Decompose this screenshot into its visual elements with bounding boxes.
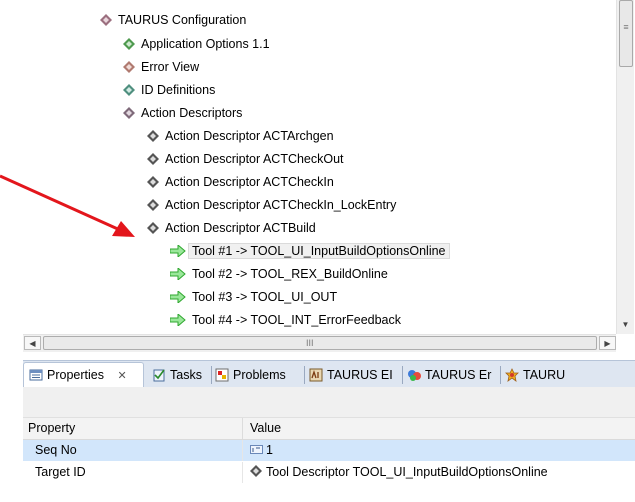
tree-item-label: Action Descriptor ACTCheckOut	[165, 152, 344, 166]
taurus-ei-icon	[309, 366, 323, 382]
column-divider	[242, 462, 243, 483]
annotation-arrow	[0, 174, 135, 237]
property-value-text: 1	[266, 443, 273, 457]
properties-panel: Property Value Seq No 1 Target ID Tool D…	[23, 387, 635, 502]
vertical-scroll-thumb[interactable]: ≡	[619, 0, 633, 67]
property-key: Target ID	[35, 465, 86, 479]
tree-item-label: Tool #1 -> TOOL_UI_InputBuildOptionsOnli…	[188, 243, 450, 259]
number-icon	[250, 441, 264, 454]
chevron-left-icon: ◀	[29, 339, 36, 348]
chevron-right-icon: ▶	[604, 339, 611, 348]
tab-separator	[402, 366, 403, 384]
property-key: Seq No	[35, 443, 77, 457]
scroll-right-button[interactable]: ▶	[599, 336, 616, 350]
scroll-down-arrow-icon[interactable]: ▼	[617, 316, 634, 333]
properties-icon	[29, 366, 43, 381]
tree-item-act-checkout[interactable]: Action Descriptor ACTCheckOut	[147, 149, 344, 169]
tab-taurus[interactable]: TAURU	[505, 363, 565, 387]
tree-item-act-checkin-lockentry[interactable]: Action Descriptor ACTCheckIn_LockEntry	[147, 195, 396, 215]
tab-properties[interactable]: Properties ✕	[23, 362, 144, 388]
property-row-seq-no[interactable]: Seq No 1	[23, 440, 635, 461]
tab-separator	[211, 366, 212, 384]
horizontal-scroll-thumb[interactable]: III	[43, 336, 597, 350]
tab-label: TAURUS EI	[327, 368, 393, 382]
tree-item-tool-3[interactable]: Tool #3 -> TOOL_UI_OUT	[170, 287, 337, 307]
scroll-left-button[interactable]: ◀	[24, 336, 41, 350]
tab-tasks[interactable]: Tasks	[152, 363, 202, 387]
tree-item-label: Tool #2 -> TOOL_REX_BuildOnline	[192, 267, 388, 281]
close-tab-icon[interactable]: ✕	[117, 370, 126, 382]
column-divider	[242, 440, 243, 461]
tree-horizontal-scrollbar[interactable]: ◀ III ▶	[23, 334, 616, 352]
tree-item-tool-1[interactable]: Tool #1 -> TOOL_UI_InputBuildOptionsOnli…	[170, 241, 450, 261]
taurus-er-icon	[407, 366, 421, 381]
tree-item-tool-2[interactable]: Tool #2 -> TOOL_REX_BuildOnline	[170, 264, 388, 284]
tree-item-label: Tool #3 -> TOOL_UI_OUT	[192, 290, 338, 304]
tab-taurus-ei[interactable]: TAURUS EI	[309, 363, 393, 387]
property-row-target-id[interactable]: Target ID Tool Descriptor TOOL_UI_InputB…	[23, 462, 635, 483]
tree-item-label: Action Descriptor ACTCheckIn_LockEntry	[165, 198, 397, 212]
tab-label: Tasks	[170, 368, 202, 382]
tree-item-label: Action Descriptor ACTArchgen	[165, 129, 334, 143]
green-arrow-icon	[170, 314, 186, 326]
scroll-grip-icon: ≡	[623, 22, 629, 32]
tree-item-label: Tool #4 -> TOOL_INT_ErrorFeedback	[192, 313, 402, 327]
property-value: Tool Descriptor TOOL_UI_InputBuildOption…	[250, 462, 548, 483]
tree-item-tool-4[interactable]: Tool #4 -> TOOL_INT_ErrorFeedback	[170, 310, 401, 330]
diamond-icon	[250, 463, 262, 477]
column-header-value[interactable]: Value	[250, 418, 281, 439]
scroll-grip-icon: III	[306, 338, 314, 348]
property-value: 1	[250, 440, 273, 461]
properties-toolbar	[23, 387, 635, 418]
tab-label: Properties	[47, 368, 104, 382]
tab-separator	[304, 366, 305, 384]
tasks-icon	[152, 366, 166, 382]
tab-label: Problems	[233, 368, 286, 382]
tree-item-label: Action Descriptor ACTBuild	[165, 221, 316, 235]
view-tab-strip: Properties ✕ Tasks Problems TAURUS EI TA…	[23, 360, 635, 388]
tree-item-label: Action Descriptor ACTCheckIn	[165, 175, 334, 189]
tab-label: TAURU	[523, 368, 566, 382]
green-arrow-icon	[170, 291, 186, 303]
tab-label: TAURUS Er	[425, 368, 492, 382]
column-divider[interactable]	[242, 418, 243, 439]
tab-taurus-er[interactable]: TAURUS Er	[407, 363, 491, 387]
tree-item-act-checkin[interactable]: Action Descriptor ACTCheckIn	[147, 172, 334, 192]
properties-table-header: Property Value	[23, 418, 635, 440]
tree-vertical-scrollbar[interactable]: ≡ ▼	[616, 0, 634, 334]
tab-problems[interactable]: Problems	[215, 363, 286, 387]
problems-icon	[215, 366, 229, 382]
green-arrow-icon	[170, 268, 186, 280]
tab-separator	[500, 366, 501, 384]
property-value-text: Tool Descriptor TOOL_UI_InputBuildOption…	[266, 465, 548, 479]
column-header-property[interactable]: Property	[28, 418, 75, 439]
taurus-icon	[505, 366, 519, 382]
